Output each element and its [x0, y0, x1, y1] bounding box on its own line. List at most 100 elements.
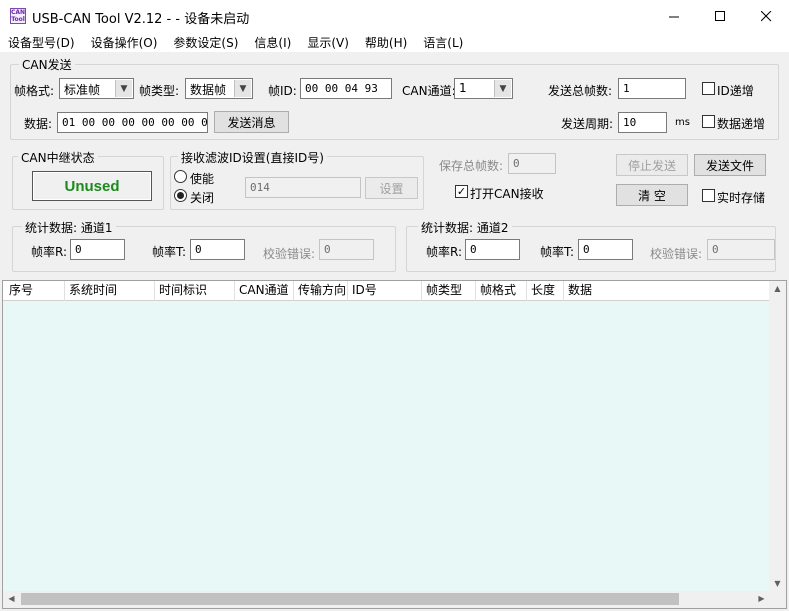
filter-set-button[interactable]: 设置 [365, 177, 418, 199]
ch1-rate-r-input[interactable]: 0 [70, 239, 125, 260]
filter-id-input[interactable]: 014 [245, 177, 361, 198]
column-header-9[interactable]: 数据 [564, 281, 770, 301]
realtime-save-checkbox[interactable] [702, 189, 715, 202]
menu-item-1[interactable]: 设备操作(O) [83, 34, 166, 51]
horizontal-scrollbar[interactable]: ◀ ▶ [3, 591, 770, 608]
send-total-label: 发送总帧数: [548, 84, 613, 98]
scroll-down-icon[interactable]: ▼ [769, 579, 786, 588]
ch2-check-error-label: 校验错误: [650, 247, 703, 261]
ch2-rate-r-label: 帧率R: [426, 245, 463, 259]
chevron-down-icon: ▼ [494, 80, 511, 97]
open-receive-label: 打开CAN接收 [470, 187, 544, 201]
app-icon-text-bottom: Tool [11, 16, 25, 23]
close-icon [760, 10, 771, 21]
title-bar: CAN Tool USB-CAN Tool V2.12 - - 设备未启动 [0, 0, 789, 32]
send-period-label: 发送周期: [561, 117, 614, 131]
frame-type-select[interactable]: 数据帧 ▼ [185, 78, 253, 99]
filter-disable-label: 关闭 [190, 191, 215, 205]
chevron-down-icon: ▼ [115, 80, 132, 97]
send-period-unit: ms [675, 117, 690, 128]
frame-format-label: 帧格式: [14, 84, 55, 98]
table-body[interactable] [3, 301, 770, 591]
column-header-2[interactable]: 时间标识 [155, 281, 235, 301]
frame-id-input[interactable]: 00 00 04 93 [300, 78, 392, 99]
column-header-1[interactable]: 系统时间 [65, 281, 155, 301]
ch2-check-error-input[interactable]: 0 [707, 239, 775, 260]
can-channel-label: CAN通道: [402, 84, 456, 98]
can-channel-value: 1 [459, 81, 467, 95]
frame-type-value: 数据帧 [190, 83, 227, 97]
menu-item-3[interactable]: 信息(I) [246, 34, 299, 51]
menu-item-0[interactable]: 设备型号(D) [0, 34, 83, 51]
scroll-left-icon[interactable]: ◀ [3, 594, 20, 603]
column-header-8[interactable]: 长度 [527, 281, 564, 301]
ch2-rate-t-input[interactable]: 0 [578, 239, 633, 260]
save-total-label: 保存总帧数: [439, 159, 504, 173]
filter-enable-label: 使能 [190, 172, 215, 186]
relay-status-badge: Unused [32, 171, 152, 201]
chevron-down-icon: ▼ [234, 80, 251, 97]
clear-button[interactable]: 清 空 [616, 184, 688, 206]
ch1-rate-t-input[interactable]: 0 [190, 239, 245, 260]
app-icon-text-top: CAN [11, 9, 26, 16]
data-increment-label: 数据递增 [717, 117, 766, 131]
scroll-right-icon[interactable]: ▶ [753, 594, 770, 603]
frame-type-label: 帧类型: [139, 84, 180, 98]
app-icon: CAN Tool [10, 8, 26, 24]
relay-status-title: CAN中继状态 [18, 149, 98, 166]
send-message-button[interactable]: 发送消息 [214, 111, 289, 133]
menu-item-6[interactable]: 语言(L) [415, 34, 471, 51]
message-table[interactable]: 序号 系统时间 时间标识 CAN通道 传输方向 ID号 帧类型 帧格式 长度 数据 ▲ ▼ ◀ ▶ [2, 280, 787, 609]
ch1-rate-r-label: 帧率R: [31, 245, 68, 259]
stop-send-button[interactable]: 停止发送 [616, 154, 688, 176]
horizontal-scroll-thumb[interactable] [21, 593, 679, 605]
column-header-6[interactable]: 帧类型 [422, 281, 476, 301]
menu-item-4[interactable]: 显示(V) [299, 34, 357, 51]
send-period-input[interactable]: 10 [618, 112, 667, 133]
data-increment-checkbox[interactable] [702, 115, 715, 128]
column-header-4[interactable]: 传输方向 [294, 281, 348, 301]
radio-selected-dot [177, 192, 184, 199]
filter-disable-radio[interactable] [174, 189, 187, 202]
column-header-3[interactable]: CAN通道 [235, 281, 294, 301]
id-increment-checkbox[interactable] [702, 82, 715, 95]
maximize-icon [714, 10, 725, 21]
stats-ch2-title: 统计数据: 通道2 [418, 219, 512, 236]
column-header-7[interactable]: 帧格式 [476, 281, 527, 301]
maximize-button[interactable] [697, 0, 743, 32]
frame-format-value: 标准帧 [64, 83, 101, 97]
ch1-check-error-label: 校验错误: [263, 247, 316, 261]
data-label: 数据: [24, 117, 53, 131]
stats-ch1-title: 统计数据: 通道1 [22, 219, 116, 236]
ch1-check-error-input[interactable]: 0 [319, 239, 374, 260]
data-input[interactable]: 01 00 00 00 00 00 00 00 [57, 112, 208, 133]
can-channel-select[interactable]: 1 ▼ [454, 78, 513, 99]
minimize-icon [668, 16, 679, 17]
filter-group-title: 接收滤波ID设置(直接ID号) [178, 149, 327, 166]
table-header: 序号 系统时间 时间标识 CAN通道 传输方向 ID号 帧类型 帧格式 长度 数据 [3, 281, 770, 301]
scroll-up-icon[interactable]: ▲ [769, 284, 786, 293]
ch1-rate-t-label: 帧率T: [152, 245, 187, 259]
frame-format-select[interactable]: 标准帧 ▼ [59, 78, 134, 99]
frame-id-label: 帧ID: [268, 84, 297, 98]
close-button[interactable] [743, 0, 789, 32]
ch2-rate-r-input[interactable]: 0 [465, 239, 520, 260]
open-receive-checkbox[interactable]: ✓ [455, 185, 468, 198]
realtime-save-label: 实时存储 [717, 191, 766, 205]
column-header-5[interactable]: ID号 [348, 281, 422, 301]
column-header-0[interactable]: 序号 [5, 281, 65, 301]
save-total-input[interactable]: 0 [508, 153, 556, 174]
scroll-corner [769, 591, 786, 608]
menu-item-5[interactable]: 帮助(H) [357, 34, 415, 51]
can-send-group-title: CAN发送 [19, 56, 75, 73]
filter-enable-radio[interactable] [174, 170, 187, 183]
send-file-button[interactable]: 发送文件 [694, 154, 766, 176]
ch2-rate-t-label: 帧率T: [540, 245, 575, 259]
vertical-scrollbar[interactable]: ▲ ▼ [769, 281, 786, 591]
send-total-input[interactable]: 1 [618, 78, 686, 99]
minimize-button[interactable] [651, 0, 697, 32]
menu-item-2[interactable]: 参数设定(S) [165, 34, 246, 51]
menu-bar: 设备型号(D) 设备操作(O) 参数设定(S) 信息(I) 显示(V) 帮助(H) 语言(L… [0, 32, 789, 52]
id-increment-label: ID递增 [717, 84, 754, 98]
window-title: USB-CAN Tool V2.12 - - 设备未启动 [32, 12, 250, 27]
